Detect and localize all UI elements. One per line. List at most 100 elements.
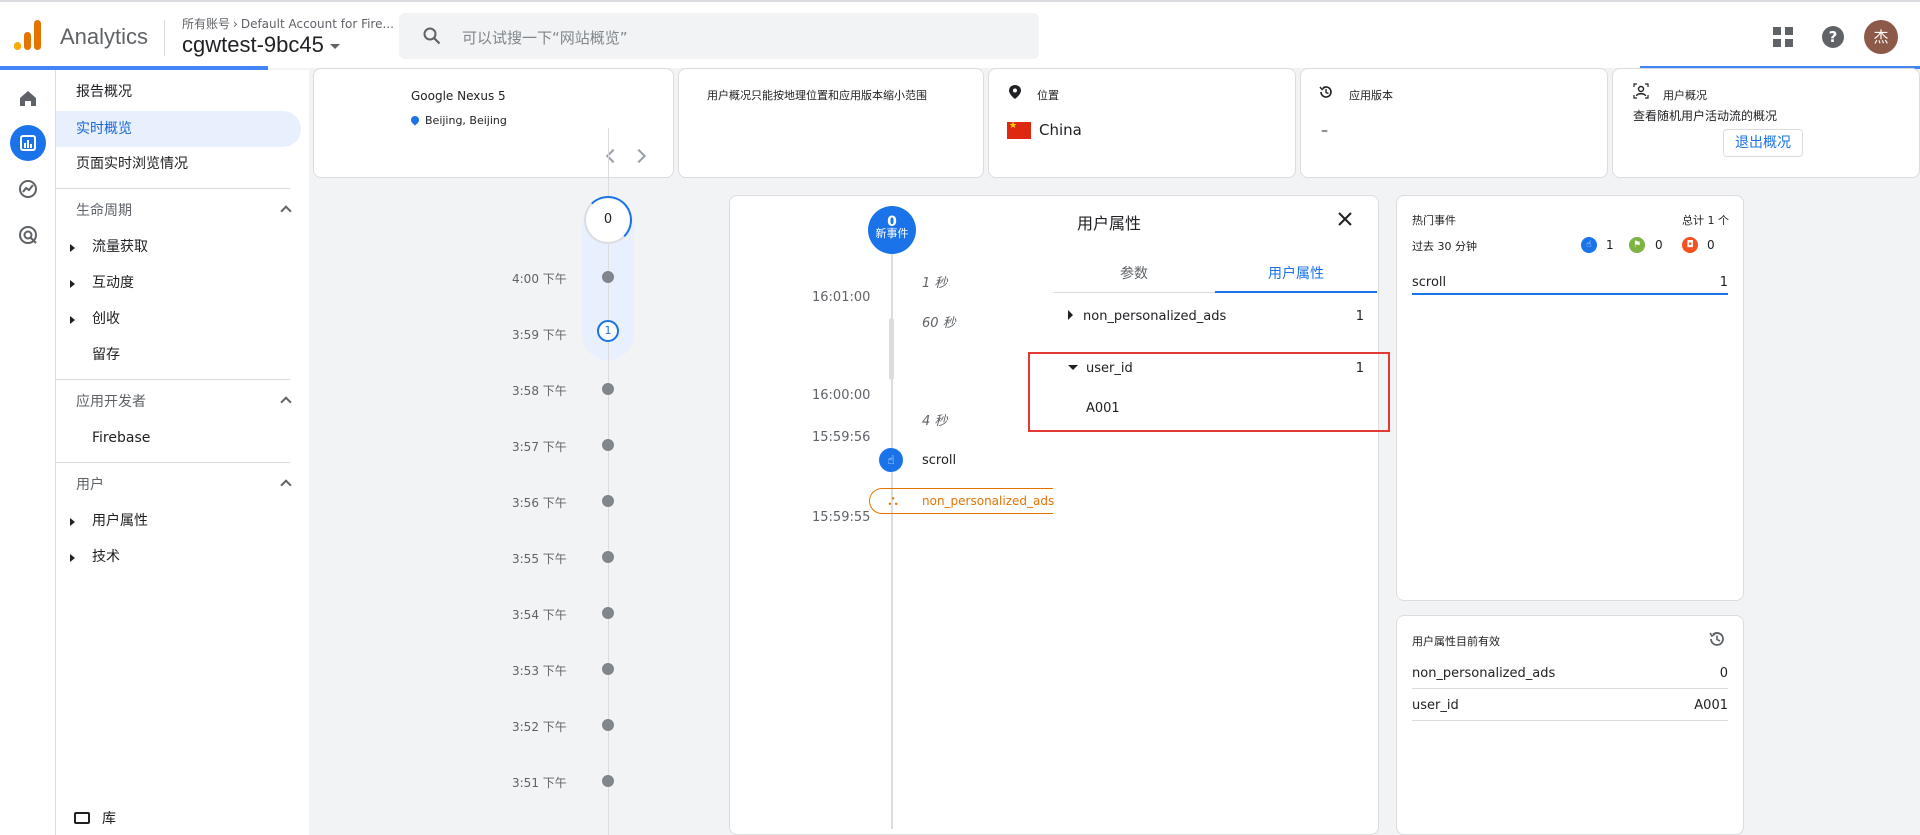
minute-label: 3:55 下午 [512, 552, 567, 566]
gap-label: 60 秒 [922, 316, 956, 331]
scope-notice: 用户概况只能按地理位置和应用版本缩小范围 [707, 89, 927, 102]
section-app-developer-title: 应用开发者 [76, 394, 146, 410]
minute-dot[interactable] [602, 663, 614, 675]
search-icon [423, 27, 441, 45]
chevron-up-icon [280, 205, 292, 217]
minute-label: 3:53 下午 [512, 664, 567, 678]
expand-arrow-icon [70, 518, 75, 526]
tab-parameters[interactable]: 参数 [1053, 257, 1215, 293]
expand-arrow-icon [70, 280, 75, 288]
home-icon[interactable] [10, 80, 46, 116]
active-prop-value: 0 [1719, 666, 1728, 681]
stream-timestamp: 16:00:00 [812, 388, 871, 403]
minute-dot[interactable] [602, 271, 614, 283]
section-lifecycle[interactable]: 生命周期 [76, 193, 292, 229]
attribute-count: 1 [1355, 309, 1364, 324]
chevron-right-icon[interactable] [631, 148, 647, 164]
app-title[interactable]: Analytics [60, 24, 148, 50]
nav-page-realtime[interactable]: 页面实时浏览情况 [56, 146, 301, 182]
legend-count: 0 [1655, 238, 1663, 252]
user-snapshot-icon [1633, 83, 1649, 99]
nav-tech[interactable]: 技术 [56, 539, 301, 575]
minute-label: 4:00 下午 [512, 272, 567, 286]
history-icon[interactable] [1708, 630, 1726, 648]
location-country: China [1039, 121, 1082, 139]
location-pin-icon [409, 114, 421, 126]
minute-dot[interactable] [602, 551, 614, 563]
stream-timestamp: 15:59:56 [812, 430, 871, 445]
apps-grid-icon[interactable] [1773, 27, 1793, 47]
minute-dot[interactable] [602, 775, 614, 787]
event-non-personalized-ads[interactable]: ⛬ non_personalized_ads [869, 488, 1054, 514]
breadcrumb-account[interactable]: Default Account for Fire... [241, 17, 394, 31]
minute-dot[interactable] [602, 719, 614, 731]
minute-dot[interactable] [602, 607, 614, 619]
nav-report-overview[interactable]: 报告概况 [56, 74, 301, 110]
event-scroll[interactable]: scroll [922, 453, 956, 468]
explore-icon[interactable] [10, 171, 46, 207]
new-events-bubble[interactable]: 0 新事件 [868, 206, 916, 254]
breadcrumb[interactable]: 所有账号 › Default Account for Fire... [182, 15, 394, 32]
help-icon[interactable]: ? [1822, 26, 1844, 48]
exit-snapshot-button[interactable]: 退出概况 [1723, 129, 1803, 157]
nav-retention[interactable]: 留存 [56, 337, 301, 373]
minute-dot[interactable] [602, 383, 614, 395]
avatar[interactable]: 杰 [1864, 20, 1898, 54]
current-minute-count[interactable]: 0 [584, 196, 632, 244]
nav-engagement[interactable]: 互动度 [56, 265, 301, 301]
section-user-title: 用户 [76, 477, 104, 493]
attribute-name: non_personalized_ads [1083, 309, 1227, 324]
flag-icon: ⚑ [1629, 237, 1645, 253]
chevron-right-icon: › [233, 17, 238, 31]
user-snapshot-card: 用户概况 查看随机用户活动流的概况 退出概况 [1612, 68, 1920, 178]
breadcrumb-root[interactable]: 所有账号 [182, 17, 230, 31]
stream-timestamp: 15:59:55 [812, 510, 871, 525]
row-divider [1412, 720, 1728, 721]
search-placeholder[interactable]: 可以试搜一下“网站概览” [462, 27, 628, 48]
touch-icon[interactable]: ☝ [879, 448, 903, 472]
active-prop-name: non_personalized_ads [1412, 666, 1556, 681]
nav-user-attributes-label: 用户属性 [92, 513, 148, 529]
tab-user-attributes[interactable]: 用户属性 [1215, 257, 1377, 293]
row-divider [1412, 688, 1728, 689]
minute-label: 3:56 下午 [512, 496, 567, 510]
nav-library[interactable]: 库 [74, 808, 116, 828]
touch-icon: ☝ [1581, 237, 1597, 253]
advertising-icon[interactable] [10, 217, 46, 253]
user-snapshot-label: 用户概况 [1663, 89, 1707, 102]
history-icon [1319, 86, 1332, 98]
gap-label: 1 秒 [922, 276, 948, 291]
new-events-label: 新事件 [875, 227, 909, 240]
hot-event-value: 1 [1719, 275, 1728, 290]
minute-event-count[interactable]: 1 [597, 320, 619, 342]
hot-event-row[interactable]: scroll 1 [1412, 275, 1728, 290]
attribute-row[interactable]: non_personalized_ads 1 [1068, 309, 1364, 333]
section-app-developer[interactable]: 应用开发者 [76, 384, 292, 420]
property-selector[interactable]: cgwtest-9bc45 [182, 32, 340, 58]
nav-firebase[interactable]: Firebase [56, 420, 301, 456]
minute-dot[interactable] [602, 439, 614, 451]
stream-gap-bar [889, 318, 894, 380]
hot-events-period: 过去 30 分钟 [1412, 240, 1477, 253]
sidebar: 报告概况 实时概览 页面实时浏览情况 生命周期 流量获取 互动度 创收 留存 应… [56, 70, 309, 835]
nav-user-attributes[interactable]: 用户属性 [56, 503, 301, 539]
device-name: Google Nexus 5 [411, 89, 506, 103]
legend-count: 1 [1606, 238, 1614, 252]
analytics-logo-icon[interactable] [14, 20, 42, 52]
nav-acquisition-label: 流量获取 [92, 239, 148, 255]
nav-monetization[interactable]: 创收 [56, 301, 301, 337]
section-user[interactable]: 用户 [76, 467, 292, 503]
reports-icon[interactable] [10, 125, 46, 161]
nav-acquisition[interactable]: 流量获取 [56, 229, 301, 265]
search-box[interactable]: 可以试搜一下“网站概览” [399, 13, 1039, 59]
property-name: cgwtest-9bc45 [182, 32, 324, 57]
location-value: China [1007, 121, 1082, 139]
expand-arrow-icon [70, 244, 75, 252]
nav-realtime-overview[interactable]: 实时概览 [56, 111, 301, 147]
active-user-props-title: 用户属性目前有效 [1412, 635, 1500, 648]
minute-dot[interactable] [602, 495, 614, 507]
app-version-card: 应用版本 – [1300, 68, 1608, 178]
close-icon[interactable] [1335, 209, 1355, 229]
chevron-up-icon [280, 396, 292, 408]
minute-label: 3:59 下午 [512, 328, 567, 342]
